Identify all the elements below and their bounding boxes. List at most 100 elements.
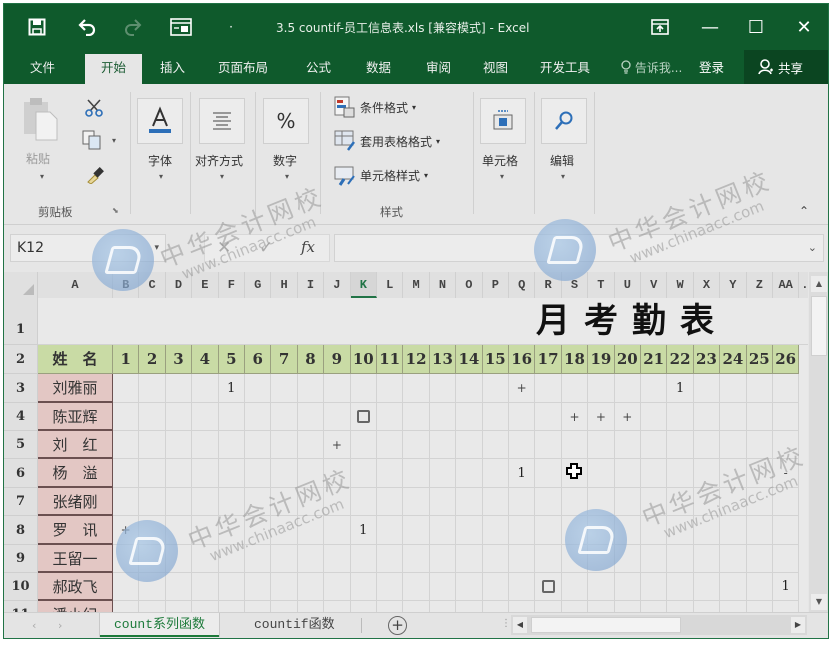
cell-styles-button[interactable]: 单元格样式 ▾ bbox=[334, 164, 428, 186]
attendance-cell[interactable] bbox=[271, 516, 298, 545]
column-header-more[interactable]: . bbox=[799, 272, 808, 298]
attendance-cell[interactable] bbox=[324, 601, 351, 612]
day-header-14[interactable]: 14 bbox=[456, 345, 483, 374]
maximize-button[interactable]: ☐ bbox=[736, 14, 776, 40]
attendance-cell[interactable] bbox=[192, 545, 219, 573]
attendance-cell[interactable] bbox=[746, 459, 773, 488]
name-box-dropdown-icon[interactable]: ▾ bbox=[154, 235, 159, 261]
attendance-cell[interactable] bbox=[720, 573, 747, 601]
day-header-4[interactable]: 4 bbox=[192, 345, 219, 374]
attendance-cell[interactable] bbox=[324, 459, 351, 488]
employee-name-cell[interactable]: 杨 溢 bbox=[38, 459, 113, 488]
attendance-cell[interactable] bbox=[139, 403, 166, 431]
attendance-cell[interactable] bbox=[482, 516, 509, 545]
attendance-cell[interactable] bbox=[297, 573, 325, 601]
attendance-cell[interactable] bbox=[456, 374, 483, 403]
name-box[interactable]: K12 ▾ bbox=[10, 234, 166, 262]
attendance-cell[interactable] bbox=[482, 545, 509, 573]
attendance-cell[interactable] bbox=[773, 601, 800, 612]
cancel-icon[interactable]: ✕ bbox=[217, 238, 231, 258]
tab-file[interactable]: 文件 bbox=[18, 54, 67, 84]
attendance-cell[interactable] bbox=[403, 374, 430, 403]
employee-name-cell[interactable]: 王留一 bbox=[38, 545, 113, 573]
column-header-c[interactable]: C bbox=[139, 272, 166, 298]
attendance-cell[interactable] bbox=[641, 601, 668, 612]
column-header-u[interactable]: U bbox=[614, 272, 641, 298]
attendance-cell[interactable] bbox=[219, 601, 245, 612]
attendance-cell[interactable] bbox=[350, 403, 377, 431]
attendance-cell[interactable] bbox=[720, 459, 747, 488]
column-header-y[interactable]: Y bbox=[720, 272, 747, 298]
attendance-cell[interactable] bbox=[165, 545, 193, 573]
attendance-cell[interactable] bbox=[561, 545, 589, 573]
attendance-cell[interactable] bbox=[430, 601, 457, 612]
attendance-cell[interactable] bbox=[324, 516, 351, 545]
attendance-cell[interactable] bbox=[509, 488, 536, 516]
vertical-scrollbar[interactable]: ▲ ▼ bbox=[809, 272, 828, 612]
attendance-cell[interactable] bbox=[483, 601, 509, 612]
day-header-23[interactable]: 23 bbox=[693, 345, 721, 374]
ribbon-display-button[interactable] bbox=[640, 14, 680, 40]
column-header-l[interactable]: L bbox=[377, 272, 404, 298]
day-header-5[interactable]: 5 bbox=[218, 345, 245, 374]
attendance-cell[interactable] bbox=[113, 431, 140, 459]
attendance-cell[interactable] bbox=[456, 459, 483, 488]
attendance-cell[interactable] bbox=[641, 374, 668, 403]
attendance-cell[interactable] bbox=[535, 403, 562, 431]
employee-name-cell[interactable]: 刘 红 bbox=[38, 431, 113, 459]
attendance-cell[interactable] bbox=[641, 573, 668, 601]
attendance-cell[interactable] bbox=[482, 431, 509, 459]
attendance-cell[interactable] bbox=[429, 516, 457, 545]
column-header-aa[interactable]: AA bbox=[773, 272, 800, 298]
attendance-cell[interactable] bbox=[403, 488, 430, 516]
attendance-cell[interactable] bbox=[429, 488, 457, 516]
editing-button[interactable] bbox=[541, 98, 587, 144]
column-header-i[interactable]: I bbox=[297, 272, 325, 298]
attendance-cell[interactable] bbox=[377, 374, 404, 403]
attendance-cell[interactable] bbox=[297, 374, 325, 403]
attendance-cell[interactable] bbox=[561, 431, 589, 459]
attendance-cell[interactable] bbox=[245, 573, 272, 601]
attendance-cell[interactable] bbox=[667, 601, 694, 612]
column-header-v[interactable]: V bbox=[641, 272, 668, 298]
employee-name-cell[interactable]: 罗 讯 bbox=[38, 516, 113, 545]
attendance-cell[interactable] bbox=[377, 459, 404, 488]
attendance-cell[interactable] bbox=[588, 516, 615, 545]
paste-button[interactable] bbox=[22, 96, 60, 145]
attendance-cell[interactable] bbox=[218, 431, 245, 459]
attendance-cell[interactable] bbox=[509, 545, 536, 573]
attendance-cell[interactable] bbox=[139, 488, 166, 516]
attendance-cell[interactable] bbox=[535, 374, 562, 403]
column-header-k[interactable]: K bbox=[350, 272, 377, 298]
attendance-cell[interactable] bbox=[615, 601, 641, 612]
attendance-cell[interactable] bbox=[456, 601, 483, 612]
attendance-cell[interactable] bbox=[297, 403, 325, 431]
day-header-1[interactable]: 1 bbox=[113, 345, 140, 374]
day-header-8[interactable]: 8 bbox=[297, 345, 325, 374]
attendance-cell[interactable] bbox=[641, 459, 668, 488]
attendance-cell[interactable]: 1 bbox=[773, 573, 800, 601]
attendance-cell[interactable] bbox=[693, 516, 721, 545]
attendance-cell[interactable] bbox=[667, 488, 694, 516]
attendance-cell[interactable] bbox=[271, 459, 298, 488]
employee-name-cell[interactable]: 陈亚辉 bbox=[38, 403, 113, 431]
employee-name-cell[interactable]: 刘雅丽 bbox=[38, 374, 113, 403]
attendance-cell[interactable] bbox=[165, 403, 193, 431]
attendance-cell[interactable]: 1 bbox=[509, 459, 536, 488]
attendance-cell[interactable] bbox=[350, 545, 377, 573]
attendance-cell[interactable] bbox=[192, 573, 219, 601]
attendance-cell[interactable] bbox=[192, 516, 219, 545]
attendance-cell[interactable] bbox=[482, 459, 509, 488]
paste-dropdown-icon[interactable]: ▾ bbox=[40, 172, 44, 181]
copy-dropdown-icon[interactable]: ▾ bbox=[112, 136, 116, 145]
vertical-scroll-thumb[interactable] bbox=[811, 296, 827, 356]
attendance-cell[interactable] bbox=[165, 431, 193, 459]
day-header-10[interactable]: 10 bbox=[350, 345, 377, 374]
tab-home[interactable]: 开始 bbox=[85, 54, 142, 84]
attendance-cell[interactable] bbox=[245, 459, 272, 488]
save-button[interactable] bbox=[22, 14, 52, 40]
attendance-cell[interactable] bbox=[245, 374, 272, 403]
tab-formulas[interactable]: 公式 bbox=[294, 54, 343, 84]
font-button[interactable] bbox=[137, 98, 183, 144]
attendance-cell[interactable] bbox=[165, 459, 193, 488]
